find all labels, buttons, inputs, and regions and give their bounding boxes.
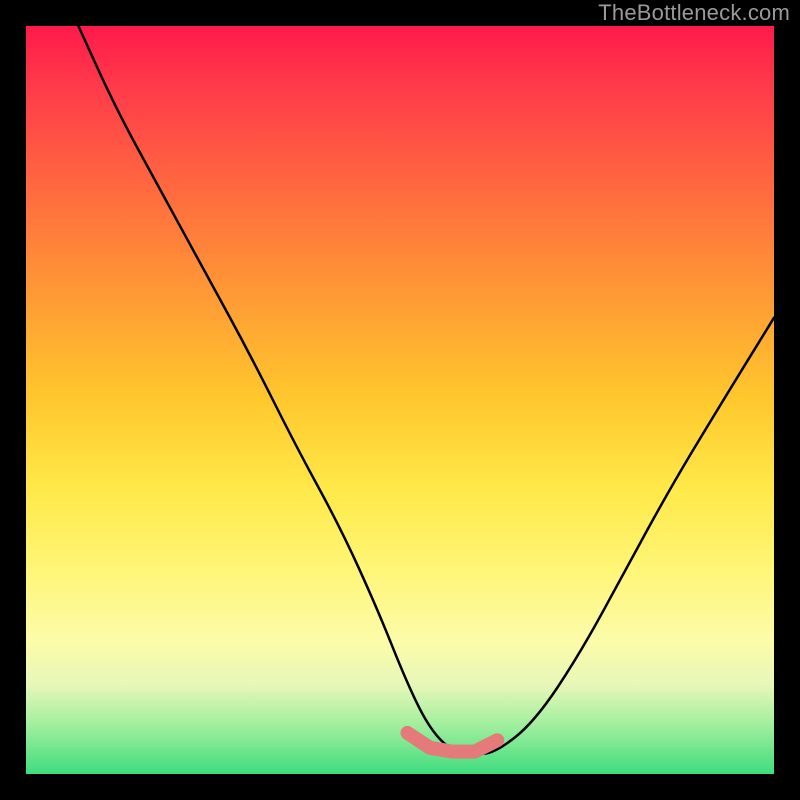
chart-svg bbox=[26, 26, 774, 774]
chart-frame: TheBottleneck.com bbox=[0, 0, 800, 800]
watermark-text: TheBottleneck.com bbox=[598, 0, 790, 26]
optimal-range-highlight bbox=[408, 733, 498, 752]
bottleneck-curve bbox=[78, 26, 774, 754]
plot-area bbox=[26, 26, 774, 774]
